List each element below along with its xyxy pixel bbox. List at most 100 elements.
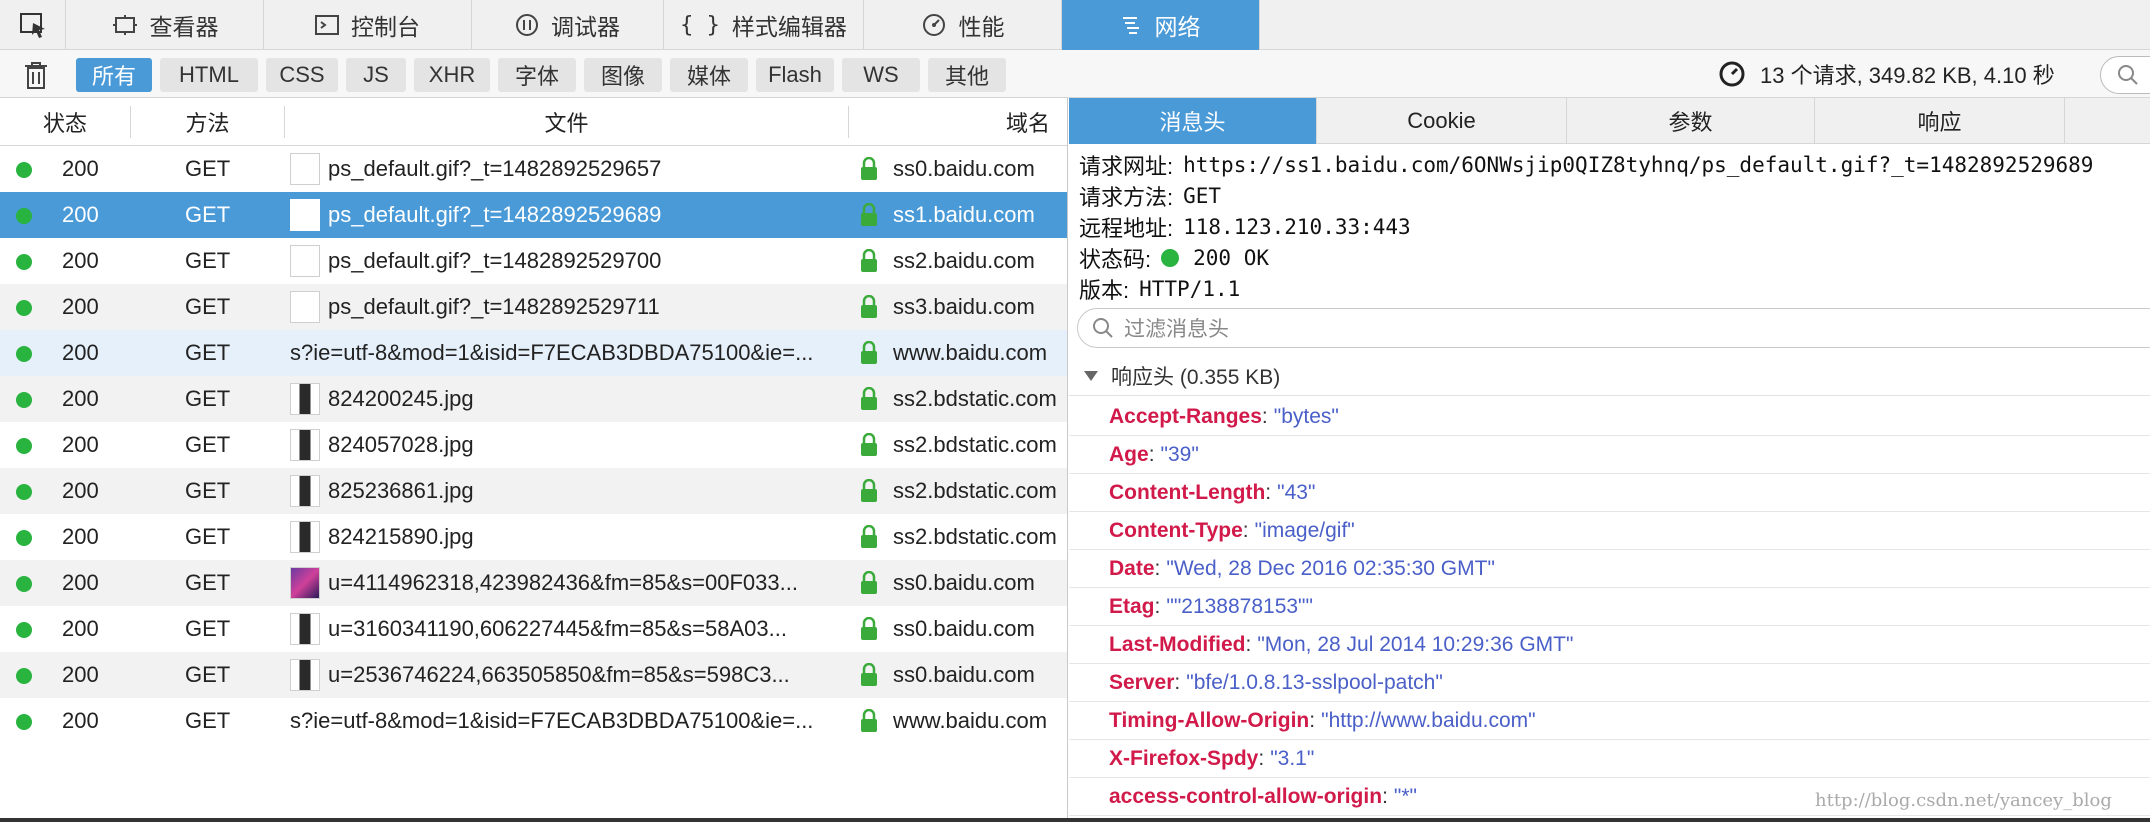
- response-header-row: Age: "39": [1069, 436, 2150, 474]
- filter-headers-input[interactable]: 过滤消息头: [1077, 308, 2150, 348]
- status-dot: [16, 530, 32, 546]
- header-name: Accept-Ranges: [1109, 404, 1262, 428]
- table-row[interactable]: 200 GET 825236861.jpg ss2.bdstatic.com: [0, 468, 1067, 514]
- lock-icon: [858, 468, 880, 514]
- filter-xhr-button[interactable]: XHR: [414, 58, 490, 92]
- tab-debugger[interactable]: 调试器: [472, 0, 664, 50]
- tab-cookies[interactable]: Cookie: [1317, 98, 1567, 144]
- style-editor-icon: { }: [680, 12, 720, 38]
- lock-icon: [858, 330, 880, 376]
- response-header-row: Server: "bfe/1.0.8.13-sslpool-patch": [1069, 664, 2150, 702]
- filter-label: XHR: [428, 62, 476, 87]
- stopwatch-icon[interactable]: [1718, 60, 1746, 88]
- column-label: 域名: [1005, 111, 1050, 136]
- image-thumbnail: [290, 199, 320, 231]
- response-headers-section[interactable]: 响应头 (0.355 KB): [1069, 356, 2150, 396]
- filter-css-button[interactable]: CSS: [266, 58, 338, 92]
- status-cell: 200: [62, 340, 99, 365]
- header-name: X-Firefox-Spdy: [1109, 746, 1259, 770]
- url-filter-input[interactable]: [2100, 56, 2150, 94]
- inspector-icon: [112, 15, 137, 35]
- header-value: "http://www.baidu.com": [1321, 708, 1536, 732]
- summary-value: 200 OK: [1193, 246, 1269, 270]
- table-row[interactable]: 200 GET ps_default.gif?_t=1482892529711 ss3…: [0, 284, 1067, 330]
- header-value: "*": [1393, 784, 1417, 808]
- tab-inspector[interactable]: 查看器: [67, 0, 264, 50]
- header-value: ""2138878153"": [1166, 594, 1313, 618]
- file-name: s?ie=utf-8&mod=1&isid=F7ECAB3DBDA75100&i…: [290, 708, 814, 733]
- table-row[interactable]: 200 GET u=4114962318,423982436&fm=85&s=00F…: [0, 560, 1067, 606]
- filter-ws-button[interactable]: WS: [842, 58, 920, 92]
- image-thumbnail: [290, 245, 320, 277]
- table-row[interactable]: 200 GET s?ie=utf-8&mod=1&isid=F7ECAB3DBDA7…: [0, 330, 1067, 376]
- file-cell: u=3160341190,606227445&fm=85&s=58A03...: [290, 606, 850, 652]
- file-name: ps_default.gif?_t=1482892529700: [328, 248, 662, 273]
- tab-params[interactable]: 参数: [1567, 98, 1815, 144]
- file-name: s?ie=utf-8&mod=1&isid=F7ECAB3DBDA75100&i…: [290, 340, 814, 365]
- tab-label: 调试器: [551, 14, 620, 40]
- table-row[interactable]: 200 GET s?ie=utf-8&mod=1&isid=F7ECAB3DBDA7…: [0, 698, 1067, 744]
- network-filter-bar: 所有 HTML CSS JS XHR 字体 图像 媒体 Flash WS 其他 …: [0, 50, 2150, 98]
- domain-cell: ss2.bdstatic.com: [893, 386, 1057, 411]
- tab-network[interactable]: 网络: [1062, 0, 1260, 50]
- table-row[interactable]: 200 GET ps_default.gif?_t=1482892529700 ss2…: [0, 238, 1067, 284]
- filter-other-button[interactable]: 其他: [928, 58, 1006, 92]
- lock-icon: [858, 376, 880, 422]
- filter-media-button[interactable]: 媒体: [670, 58, 748, 92]
- trash-icon[interactable]: [22, 60, 50, 90]
- tab-headers[interactable]: 消息头: [1069, 98, 1317, 144]
- column-status[interactable]: 状态: [0, 98, 130, 146]
- header-value: "39": [1160, 442, 1199, 466]
- domain-cell: ss3.baidu.com: [893, 294, 1035, 319]
- element-picker-button[interactable]: [0, 0, 66, 50]
- summary-key: 状态码:: [1079, 247, 1152, 272]
- watermark: http://blog.csdn.net/yancey_blog: [1815, 790, 2112, 811]
- tab-console[interactable]: 控制台: [264, 0, 472, 50]
- image-thumbnail: [290, 383, 320, 415]
- domain-cell: ss0.baidu.com: [893, 616, 1035, 641]
- method-cell: GET: [185, 478, 231, 503]
- file-name: ps_default.gif?_t=1482892529711: [328, 294, 660, 319]
- element-picker-icon: [19, 13, 45, 38]
- summary-text: 13 个请求, 349.82 KB, 4.10 秒: [1760, 63, 2055, 88]
- file-name: u=2536746224,663505850&fm=85&s=598C3...: [328, 662, 790, 687]
- method-cell: GET: [185, 662, 231, 687]
- table-row[interactable]: 200 GET u=3160341190,606227445&fm=85&s=58A…: [0, 606, 1067, 652]
- column-domain[interactable]: 域名: [849, 98, 1067, 146]
- response-header-row: Accept-Ranges: "bytes": [1069, 398, 2150, 436]
- filter-fonts-button[interactable]: 字体: [498, 58, 576, 92]
- header-separator: :: [1242, 518, 1249, 542]
- table-row[interactable]: 200 GET 824057028.jpg ss2.bdstatic.com: [0, 422, 1067, 468]
- header-value: "Wed, 28 Dec 2016 02:35:30 GMT": [1166, 556, 1495, 580]
- lock-icon: [858, 560, 880, 606]
- filter-images-button[interactable]: 图像: [584, 58, 662, 92]
- table-row[interactable]: 200 GET u=2536746224,663505850&fm=85&s=598…: [0, 652, 1067, 698]
- table-row[interactable]: 200 GET ps_default.gif?_t=1482892529689 ss1…: [0, 192, 1067, 238]
- column-file[interactable]: 文件: [285, 98, 848, 146]
- table-row[interactable]: 200 GET ps_default.gif?_t=1482892529657 ss0…: [0, 146, 1067, 192]
- filter-html-button[interactable]: HTML: [160, 58, 258, 92]
- file-cell: 824057028.jpg: [290, 422, 850, 468]
- tab-label: 消息头: [1159, 110, 1226, 135]
- request-summary: 13 个请求, 349.82 KB, 4.10 秒: [1718, 50, 2055, 98]
- filter-js-button[interactable]: JS: [346, 58, 406, 92]
- column-method[interactable]: 方法: [131, 98, 284, 146]
- summary-version: 版本: HTTP/1.1: [1079, 274, 1240, 304]
- file-cell: ps_default.gif?_t=1482892529657: [290, 146, 850, 192]
- method-cell: GET: [185, 616, 231, 641]
- status-dot: [16, 254, 32, 270]
- tab-response[interactable]: 响应: [1815, 98, 2065, 144]
- tab-performance[interactable]: 性能: [864, 0, 1062, 50]
- method-cell: GET: [185, 524, 231, 549]
- filter-all-button[interactable]: 所有: [76, 58, 152, 92]
- table-row[interactable]: 200 GET 824215890.jpg ss2.bdstatic.com: [0, 514, 1067, 560]
- table-row[interactable]: 200 GET 824200245.jpg ss2.bdstatic.com: [0, 376, 1067, 422]
- filter-flash-button[interactable]: Flash: [756, 58, 834, 92]
- summary-value: HTTP/1.1: [1139, 277, 1241, 301]
- tab-style-editor[interactable]: { } 样式编辑器: [664, 0, 864, 50]
- method-cell: GET: [185, 248, 231, 273]
- filter-label: 媒体: [686, 64, 731, 89]
- domain-cell: ss1.baidu.com: [893, 202, 1035, 227]
- lock-icon: [858, 606, 880, 652]
- status-cell: 200: [62, 524, 99, 549]
